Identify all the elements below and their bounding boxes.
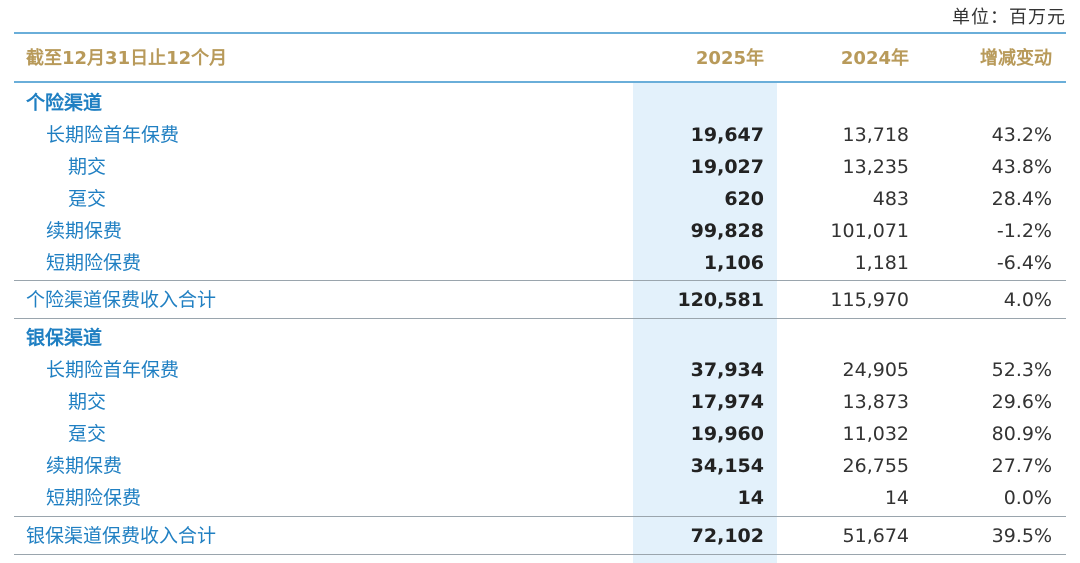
value-2024: 13,235 bbox=[842, 156, 909, 178]
period-header: 截至12月31日止12个月 bbox=[26, 48, 228, 69]
value-2024: 101,071 bbox=[830, 220, 909, 242]
value-2024: 14 bbox=[884, 487, 909, 509]
section-title: 银保渠道 bbox=[26, 327, 103, 349]
value-change: 0.0% bbox=[1003, 487, 1052, 509]
value-change: 43.2% bbox=[991, 124, 1052, 146]
header-bottom-rule bbox=[14, 81, 1066, 83]
table-row: 短期险保费 1,106 1,181 -6.4% bbox=[0, 247, 1080, 279]
table-row: 趸交 19,960 11,032 80.9% bbox=[0, 418, 1080, 450]
value-2025: 19,960 bbox=[690, 423, 764, 445]
total-row: 个险渠道保费收入合计 120,581 115,970 4.0% bbox=[0, 284, 1080, 316]
table-top-rule bbox=[14, 32, 1066, 34]
table-row: 期交 19,027 13,235 43.8% bbox=[0, 151, 1080, 183]
value-change: -6.4% bbox=[996, 252, 1052, 274]
value-2025: 99,828 bbox=[690, 220, 764, 242]
value-2024: 51,674 bbox=[842, 525, 909, 547]
table-row: 期交 17,974 13,873 29.6% bbox=[0, 386, 1080, 418]
value-2024: 1,181 bbox=[854, 252, 909, 274]
row-label: 长期险首年保费 bbox=[46, 124, 180, 146]
table-header-row: 截至12月31日止12个月 2025年 2024年 增减变动 bbox=[0, 43, 1080, 75]
unit-label: 单位：百万元 bbox=[952, 7, 1066, 28]
value-change: 80.9% bbox=[991, 423, 1052, 445]
total-label: 个险渠道保费收入合计 bbox=[26, 289, 217, 311]
value-change: 28.4% bbox=[991, 188, 1052, 210]
value-2025: 620 bbox=[724, 188, 764, 210]
row-label: 续期保费 bbox=[46, 455, 123, 477]
value-2024: 24,905 bbox=[842, 359, 909, 381]
table-row: 短期险保费 14 14 0.0% bbox=[0, 482, 1080, 514]
value-2025: 17,974 bbox=[690, 391, 764, 413]
total-row: 银保渠道保费收入合计 72,102 51,674 39.5% bbox=[0, 520, 1080, 552]
value-2024: 13,873 bbox=[842, 391, 909, 413]
value-change: 39.5% bbox=[991, 525, 1052, 547]
value-2025: 1,106 bbox=[703, 252, 764, 274]
table-row: 续期保费 99,828 101,071 -1.2% bbox=[0, 215, 1080, 247]
row-label: 长期险首年保费 bbox=[46, 359, 180, 381]
table-row: 长期险首年保费 19,647 13,718 43.2% bbox=[0, 119, 1080, 151]
section-title-row: 个险渠道 bbox=[0, 87, 1080, 119]
row-divider bbox=[14, 318, 1066, 319]
value-change: 43.8% bbox=[991, 156, 1052, 178]
row-label: 短期险保费 bbox=[46, 487, 142, 509]
row-label: 趸交 bbox=[68, 188, 107, 210]
value-change: 4.0% bbox=[1003, 289, 1052, 311]
value-change: 27.7% bbox=[991, 455, 1052, 477]
section-title-row: 银保渠道 bbox=[0, 322, 1080, 354]
row-label: 期交 bbox=[68, 156, 107, 178]
value-2024: 13,718 bbox=[842, 124, 909, 146]
value-2024: 26,755 bbox=[842, 455, 909, 477]
value-2025: 120,581 bbox=[677, 289, 764, 311]
table-row: 趸交 620 483 28.4% bbox=[0, 183, 1080, 215]
row-label: 续期保费 bbox=[46, 220, 123, 242]
value-2025: 14 bbox=[737, 487, 764, 509]
value-2024: 483 bbox=[872, 188, 909, 210]
value-change: 52.3% bbox=[991, 359, 1052, 381]
value-2025: 34,154 bbox=[690, 455, 764, 477]
total-label: 银保渠道保费收入合计 bbox=[26, 525, 217, 547]
row-label: 期交 bbox=[68, 391, 107, 413]
section-title: 个险渠道 bbox=[26, 92, 103, 114]
value-2024: 11,032 bbox=[842, 423, 909, 445]
row-divider bbox=[14, 516, 1066, 517]
column-header-2024: 2024年 bbox=[840, 48, 909, 69]
value-2025: 19,027 bbox=[690, 156, 764, 178]
value-2024: 115,970 bbox=[830, 289, 909, 311]
value-2025: 72,102 bbox=[690, 525, 764, 547]
value-2025: 19,647 bbox=[690, 124, 764, 146]
column-header-2025: 2025年 bbox=[695, 48, 764, 69]
table-bottom-rule bbox=[14, 554, 1066, 555]
value-change: -1.2% bbox=[996, 220, 1052, 242]
table-row: 长期险首年保费 37,934 24,905 52.3% bbox=[0, 354, 1080, 386]
value-change: 29.6% bbox=[991, 391, 1052, 413]
row-label: 趸交 bbox=[68, 423, 107, 445]
column-header-change: 增减变动 bbox=[980, 48, 1052, 69]
row-label: 短期险保费 bbox=[46, 252, 142, 274]
table-row: 续期保费 34,154 26,755 27.7% bbox=[0, 450, 1080, 482]
value-2025: 37,934 bbox=[690, 359, 764, 381]
row-divider bbox=[14, 280, 1066, 281]
